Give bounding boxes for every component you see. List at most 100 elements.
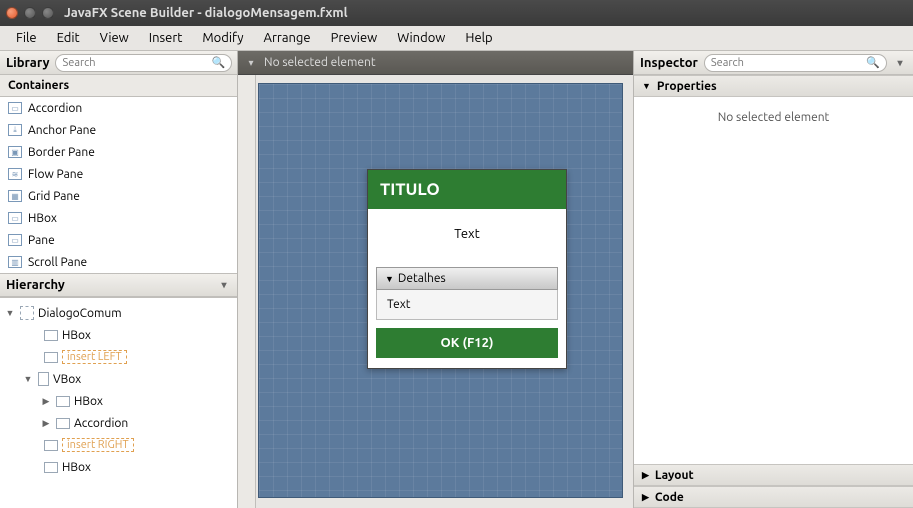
tree-label: VBox bbox=[53, 373, 81, 386]
library-item-label: Border Pane bbox=[28, 146, 95, 159]
tree-row[interactable]: HBox bbox=[0, 456, 237, 478]
tree-row[interactable]: ▶ Accordion bbox=[0, 412, 237, 434]
menu-preview[interactable]: Preview bbox=[321, 28, 388, 48]
disclosure-icon[interactable]: ▼ bbox=[22, 374, 34, 384]
disclosure-icon[interactable]: ▶ bbox=[40, 396, 52, 407]
menu-file[interactable]: File bbox=[6, 28, 47, 48]
dialog-body-text[interactable]: Text bbox=[368, 209, 566, 259]
accordion-icon bbox=[56, 418, 70, 429]
window-title: JavaFX Scene Builder - dialogoMensagem.f… bbox=[64, 6, 348, 20]
dialog-preview[interactable]: TITULO Text ▼ Detalhes Text OK (F12) bbox=[367, 169, 567, 369]
library-item-border-pane[interactable]: ▣ Border Pane bbox=[0, 141, 237, 163]
minimize-icon[interactable] bbox=[24, 7, 36, 19]
design-canvas-wrapper: TITULO Text ▼ Detalhes Text OK (F12) bbox=[238, 75, 633, 508]
ok-button[interactable]: OK (F12) bbox=[376, 328, 558, 358]
tree-row-root[interactable]: ▼DialogoComum bbox=[0, 302, 237, 324]
menu-help[interactable]: Help bbox=[455, 28, 502, 48]
menu-window[interactable]: Window bbox=[387, 28, 455, 48]
library-item-grid-pane[interactable]: ▦Grid Pane bbox=[0, 185, 237, 207]
library-item-flow-pane[interactable]: ≋ Flow Pane bbox=[0, 163, 237, 185]
container-icon: ≋ bbox=[8, 168, 22, 180]
design-canvas[interactable]: TITULO Text ▼ Detalhes Text OK (F12) bbox=[258, 83, 623, 498]
library-item-scroll-pane[interactable]: ▥Scroll Pane bbox=[0, 251, 237, 273]
menu-bar: File Edit View Insert Modify Arrange Pre… bbox=[0, 26, 913, 51]
container-icon bbox=[20, 306, 34, 320]
tree-row-placeholder[interactable]: insert RIGHT bbox=[0, 434, 237, 456]
slot-icon bbox=[44, 352, 58, 363]
accordion-header[interactable]: ▼ Detalhes bbox=[376, 267, 558, 290]
chevron-down-icon: ▼ bbox=[385, 274, 394, 284]
inspector-header: Inspector 🔍 ▾ bbox=[634, 51, 913, 75]
menu-edit[interactable]: Edit bbox=[47, 28, 90, 48]
section-label: Layout bbox=[655, 469, 694, 482]
inspector-menu-dropdown[interactable]: ▾ bbox=[893, 57, 907, 69]
library-item-label: Flow Pane bbox=[28, 168, 83, 181]
vbox-icon bbox=[38, 372, 49, 386]
container-icon: ▥ bbox=[8, 256, 22, 268]
tree-row[interactable]: HBox bbox=[0, 324, 237, 346]
library-item-hbox[interactable]: ▭HBox bbox=[0, 207, 237, 229]
hierarchy-header: Hierarchy ▾ bbox=[0, 273, 237, 297]
chevron-right-icon: ▶ bbox=[642, 492, 649, 503]
library-search[interactable]: 🔍 bbox=[55, 54, 232, 72]
dialog-accordion[interactable]: ▼ Detalhes Text bbox=[376, 267, 558, 320]
inspector-section-properties[interactable]: ▼ Properties bbox=[634, 75, 913, 97]
hierarchy-title: Hierarchy bbox=[6, 278, 65, 292]
library-list: ▭Accordion ⤓Anchor Pane ▣ Border Pane ≋ Fl… bbox=[0, 97, 237, 273]
tree-label: HBox bbox=[74, 395, 103, 408]
library-item-anchor-pane[interactable]: ⤓Anchor Pane bbox=[0, 119, 237, 141]
left-panel: Library 🔍 ▾ Containers ▭Accordion ⤓Ancho… bbox=[0, 51, 238, 508]
menu-arrange[interactable]: Arrange bbox=[254, 28, 321, 48]
library-header: Library 🔍 ▾ bbox=[0, 51, 237, 75]
inspector-section-layout[interactable]: ▶Layout bbox=[634, 464, 913, 486]
tree-row[interactable]: ▼ VBox bbox=[0, 368, 237, 390]
window-controls bbox=[6, 7, 54, 19]
library-item-accordion[interactable]: ▭Accordion bbox=[0, 97, 237, 119]
hierarchy-menu-dropdown[interactable]: ▾ bbox=[217, 279, 231, 291]
accordion-header-label: Detalhes bbox=[398, 272, 446, 285]
inspector-empty-message: No selected element bbox=[634, 97, 913, 138]
canvas-scrollbar[interactable] bbox=[238, 75, 256, 508]
tree-placeholder-label: insert LEFT bbox=[62, 350, 127, 364]
tree-row[interactable]: ▶ HBox bbox=[0, 390, 237, 412]
section-label: Properties bbox=[657, 80, 717, 93]
menu-insert[interactable]: Insert bbox=[139, 28, 193, 48]
tree-row-placeholder[interactable]: insert LEFT bbox=[0, 346, 237, 368]
inspector-title: Inspector bbox=[640, 56, 698, 70]
container-icon: ▣ bbox=[8, 146, 22, 158]
section-label: Code bbox=[655, 491, 684, 504]
hbox-icon bbox=[56, 396, 70, 407]
tree-label: HBox bbox=[62, 461, 91, 474]
content-menu-dropdown[interactable]: ▾ bbox=[244, 57, 258, 69]
container-icon: ▭ bbox=[8, 212, 22, 224]
dialog-title[interactable]: TITULO bbox=[368, 170, 566, 209]
library-item-label: Pane bbox=[28, 234, 55, 247]
search-icon: 🔍 bbox=[211, 56, 225, 69]
library-search-input[interactable] bbox=[62, 57, 211, 69]
close-icon[interactable] bbox=[6, 7, 18, 19]
inspector-search-input[interactable] bbox=[711, 57, 866, 69]
maximize-icon[interactable] bbox=[42, 7, 54, 19]
library-item-pane[interactable]: ▭Pane bbox=[0, 229, 237, 251]
container-icon: ▭ bbox=[8, 102, 22, 114]
tree-placeholder-label: insert RIGHT bbox=[62, 438, 134, 452]
library-section-header[interactable]: Containers bbox=[0, 75, 237, 97]
inspector-section-code[interactable]: ▶ Code bbox=[634, 486, 913, 508]
hbox-icon bbox=[44, 330, 58, 341]
chevron-down-icon: ▼ bbox=[642, 81, 651, 91]
menu-view[interactable]: View bbox=[90, 28, 139, 48]
content-panel: ▾ No selected element TITULO Text ▼ Detal… bbox=[238, 51, 633, 508]
menu-modify[interactable]: Modify bbox=[192, 28, 253, 48]
search-icon: 🔍 bbox=[866, 56, 880, 69]
disclosure-icon[interactable]: ▶ bbox=[40, 418, 52, 429]
library-item-label: Anchor Pane bbox=[28, 124, 96, 137]
inspector-panel: Inspector 🔍 ▾ ▼ Properties No selected el… bbox=[633, 51, 913, 508]
inspector-search[interactable]: 🔍 bbox=[704, 54, 887, 72]
content-header: ▾ No selected element bbox=[238, 51, 633, 75]
content-status: No selected element bbox=[264, 56, 376, 69]
tree-label: Accordion bbox=[74, 417, 128, 430]
accordion-content[interactable]: Text bbox=[376, 290, 558, 320]
disclosure-icon[interactable]: ▼ bbox=[4, 308, 16, 318]
hbox-icon bbox=[44, 462, 58, 473]
tree-label: HBox bbox=[62, 329, 91, 342]
